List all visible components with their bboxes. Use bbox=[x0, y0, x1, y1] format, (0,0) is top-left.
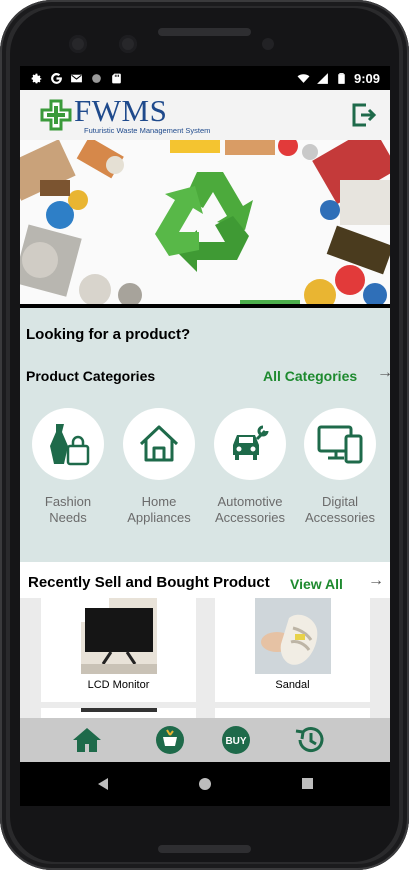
signal-icon bbox=[317, 72, 328, 84]
car-wrench-icon bbox=[233, 425, 269, 460]
history-icon bbox=[295, 727, 324, 753]
front-camera bbox=[69, 35, 87, 53]
recent-products-section: Recently Sell and Bought Product View Al… bbox=[20, 562, 390, 718]
category-automotive[interactable]: Automotive Accessories bbox=[205, 408, 295, 526]
devices-icon bbox=[317, 425, 363, 464]
product-name: LCD Monitor bbox=[87, 679, 150, 691]
sd-card-icon bbox=[112, 73, 121, 83]
phone-frame: 9:09 FWMS Futuristic Waste Management Sy… bbox=[0, 0, 409, 870]
product-image bbox=[81, 598, 157, 674]
category-label: Home Appliances bbox=[127, 494, 191, 525]
front-camera-secondary bbox=[119, 35, 137, 53]
status-bar: 9:09 bbox=[20, 66, 390, 90]
arrow-right-icon[interactable]: → bbox=[368, 572, 384, 590]
screen: 9:09 FWMS Futuristic Waste Management Sy… bbox=[20, 66, 390, 806]
category-icon-circle bbox=[32, 408, 104, 480]
proximity-sensor bbox=[262, 38, 274, 50]
system-navigation-bar bbox=[20, 762, 390, 806]
clock: 9:09 bbox=[353, 70, 380, 86]
category-icon-circle bbox=[214, 408, 286, 480]
nav-buy[interactable]: BUY bbox=[220, 724, 252, 756]
logout-icon[interactable] bbox=[348, 100, 378, 130]
fashion-icon bbox=[50, 424, 90, 466]
home-icon bbox=[73, 728, 101, 752]
app-header: FWMS Futuristic Waste Management System bbox=[20, 90, 390, 140]
product-grid: LCD Monitor Sandal bbox=[20, 598, 390, 718]
gmail-icon bbox=[71, 74, 82, 82]
category-label: Fashion Needs bbox=[44, 494, 92, 525]
nav-home[interactable] bbox=[71, 724, 103, 756]
all-categories-link[interactable]: All Categories bbox=[263, 368, 357, 384]
arrow-right-icon[interactable]: → bbox=[377, 364, 390, 382]
waste-collage-image bbox=[20, 140, 390, 304]
categories-heading: Product Categories bbox=[26, 368, 156, 384]
product-name: Sandal bbox=[275, 679, 310, 691]
category-home[interactable]: Home Appliances bbox=[114, 408, 204, 526]
product-card[interactable]: LCD Monitor bbox=[41, 598, 196, 702]
bottom-navigation: BUY bbox=[20, 718, 390, 762]
wifi-icon bbox=[297, 73, 310, 83]
logo-title: FWMS bbox=[74, 92, 168, 128]
recent-heading: Recently Sell and Bought Product bbox=[28, 574, 270, 591]
looking-heading: Looking for a product? bbox=[26, 326, 191, 343]
category-digital[interactable]: Digital Accessories bbox=[295, 408, 385, 526]
category-fashion[interactable]: Fashion Needs bbox=[23, 408, 113, 526]
category-list: Fashion Needs Home Appliances Automotive… bbox=[20, 408, 390, 548]
nav-history[interactable] bbox=[294, 724, 326, 756]
category-icon-circle bbox=[304, 408, 376, 480]
battery-icon bbox=[338, 72, 345, 84]
view-all-link[interactable]: View All bbox=[290, 576, 343, 592]
category-label: Digital Accessories bbox=[304, 494, 376, 525]
gear-icon bbox=[31, 73, 42, 83]
buy-label: BUY bbox=[225, 736, 246, 747]
circle-icon bbox=[92, 73, 101, 83]
product-image bbox=[255, 598, 331, 674]
logo-subtitle: Futuristic Waste Management System bbox=[84, 125, 211, 135]
home-button-icon[interactable] bbox=[199, 778, 211, 790]
nav-sell[interactable] bbox=[154, 724, 186, 756]
app-logo: FWMS Futuristic Waste Management System bbox=[40, 92, 211, 135]
product-card[interactable] bbox=[215, 708, 370, 718]
sell-icon bbox=[156, 726, 184, 754]
recycle-banner bbox=[20, 140, 390, 304]
category-icon-circle bbox=[123, 408, 195, 480]
bottom-speaker bbox=[158, 845, 251, 853]
category-label: Automotive Accessories bbox=[214, 494, 286, 525]
back-icon[interactable] bbox=[98, 778, 108, 790]
home-icon bbox=[139, 425, 179, 462]
logo-cross-icon bbox=[40, 99, 72, 131]
google-icon bbox=[51, 72, 62, 84]
product-card[interactable] bbox=[41, 708, 196, 718]
recents-icon[interactable] bbox=[302, 778, 313, 789]
buy-icon: BUY bbox=[222, 726, 250, 754]
product-image bbox=[81, 708, 157, 712]
earpiece-speaker bbox=[158, 28, 251, 36]
product-card[interactable]: Sandal bbox=[215, 598, 370, 702]
